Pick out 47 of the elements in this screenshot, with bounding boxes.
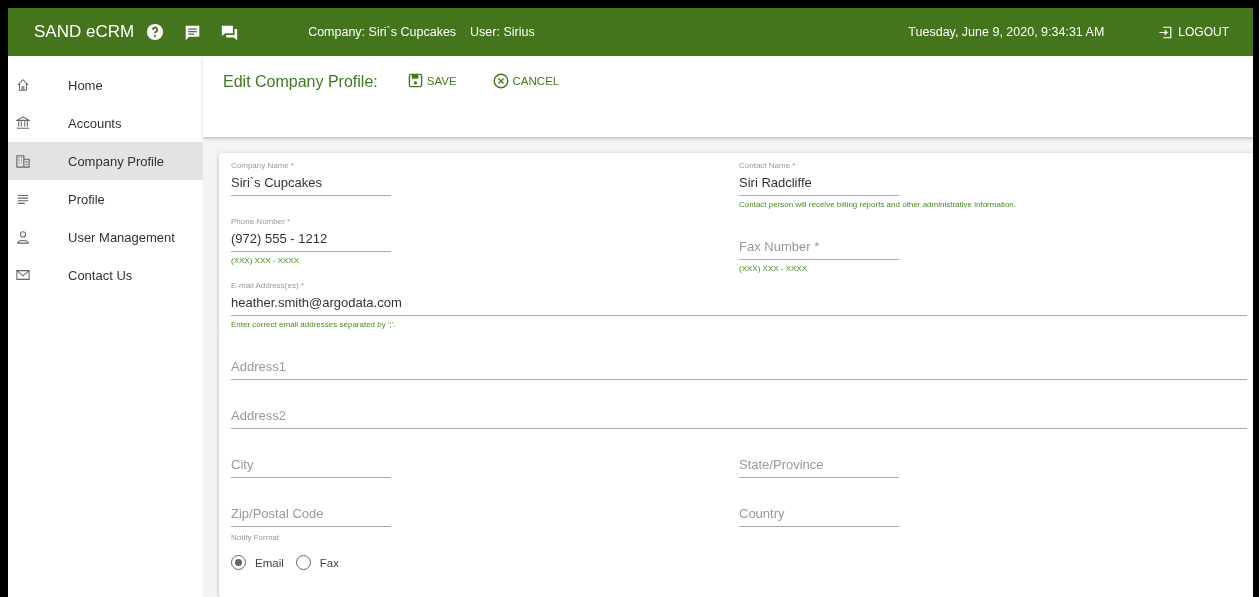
envelope-icon	[16, 268, 30, 282]
text-field[interactable]: Zip/Postal Code	[231, 484, 391, 527]
field-label: Contact Name *	[739, 161, 797, 171]
field-label: Phone Number *	[231, 217, 292, 227]
sidebar-item[interactable]: User Management	[8, 218, 203, 256]
text-field[interactable]: State/Province	[739, 435, 899, 478]
text-field[interactable]: Address2	[231, 386, 1247, 429]
lines-icon	[16, 192, 30, 206]
field-label: Company Name *	[231, 161, 296, 171]
text-field[interactable]: Siri`s Cupcakes	[231, 171, 391, 196]
helper-text: Contact person will receive billing reports and other administrative information.	[739, 200, 1018, 211]
house-icon	[16, 78, 30, 92]
text-field[interactable]: Address1	[231, 337, 1247, 380]
bank-icon	[16, 116, 30, 130]
field-label: E-mail Address(es) *	[231, 281, 305, 291]
field-label: Notify Format	[231, 533, 280, 543]
app-name: SAND eCRM	[34, 22, 135, 42]
company-label: Company: Siri`s Cupcakes	[308, 25, 457, 39]
cancel-icon	[492, 73, 509, 89]
page-title: Edit Company Profile:	[223, 73, 378, 91]
sidebar-item[interactable]: Contact Us	[8, 256, 203, 294]
text-field[interactable]: Country	[739, 484, 899, 527]
chat-icon[interactable]	[221, 23, 239, 41]
text-field[interactable]: Fax Number *	[739, 217, 899, 260]
text-field[interactable]: City	[231, 435, 391, 478]
helper-text: (XXX) XXX - XXXX	[231, 256, 301, 267]
login-arrow-icon	[1158, 24, 1174, 40]
sidebar-item[interactable]: Profile	[8, 180, 203, 218]
logout-button[interactable]: LOGOUT	[1154, 20, 1233, 44]
building-icon	[16, 154, 30, 168]
text-field[interactable]: (972) 555 - 1212	[231, 227, 391, 252]
message-icon[interactable]	[184, 23, 202, 41]
save-button[interactable]: SAVE	[405, 71, 459, 90]
radio-option[interactable]: Email	[231, 555, 284, 570]
sidebar-item[interactable]: Company Profile	[8, 142, 203, 180]
cancel-button[interactable]: CANCEL	[490, 71, 562, 91]
sidebar-item[interactable]: Home	[8, 66, 203, 104]
helper-text: (XXX) XXX - XXXX	[739, 264, 809, 275]
text-field[interactable]: Siri Radcliffe	[739, 171, 899, 196]
person-icon	[16, 230, 30, 244]
user-label: User: Sirius	[470, 25, 535, 39]
sidebar-item[interactable]: Accounts	[8, 104, 203, 142]
text-field[interactable]: heather.smith@argodata.com	[231, 291, 1247, 316]
help-icon[interactable]	[146, 23, 165, 41]
radio-option[interactable]: Fax	[295, 555, 339, 570]
helper-text: Enter correct email addresses separated by ';'.	[231, 320, 397, 331]
date-time: Tuesday, June 9, 2020, 9:34:31 AM	[908, 25, 1105, 39]
